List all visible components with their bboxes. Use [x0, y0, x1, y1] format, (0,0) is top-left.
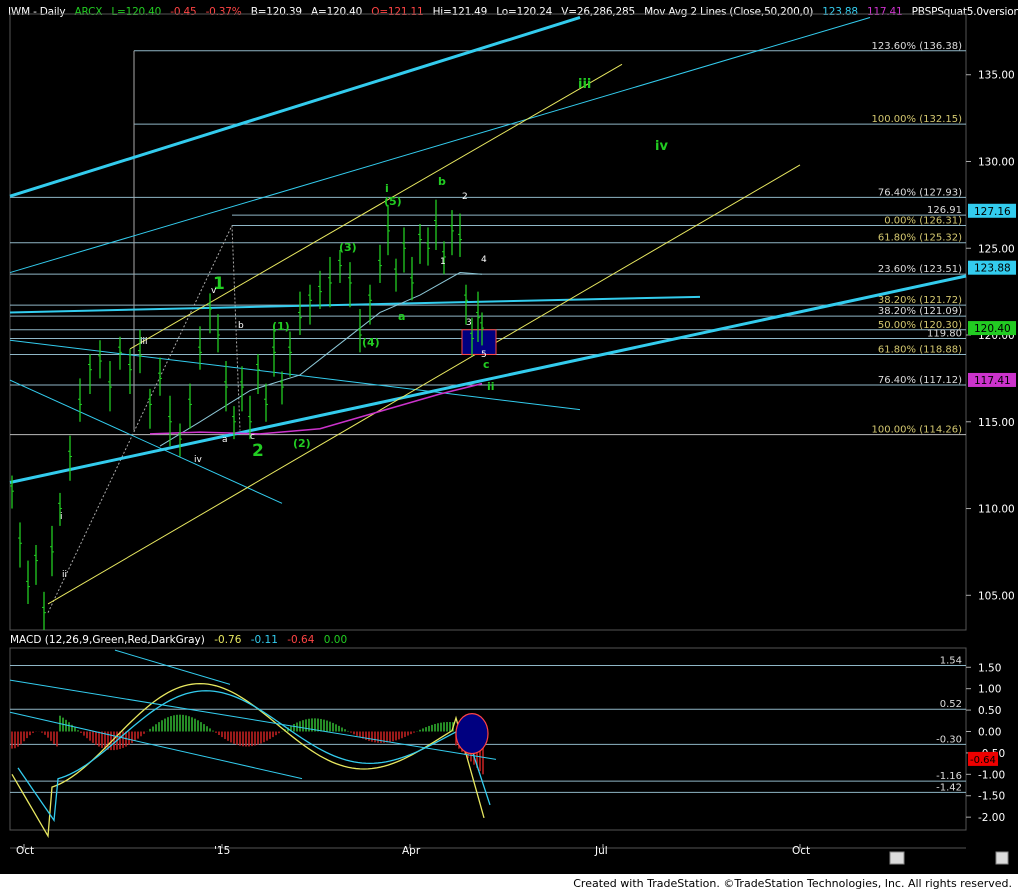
zero-value: 0.00 — [323, 634, 348, 646]
macd-circle — [455, 713, 489, 755]
wave-label: iii — [140, 337, 148, 347]
fib-level-label: 61.80% (118.88) — [878, 344, 962, 355]
wave-label: ii — [487, 380, 495, 393]
wave-label: 4 — [481, 255, 487, 265]
wave-label: 5 — [481, 350, 487, 360]
price-tag-label: 117.41 — [974, 375, 1011, 387]
price-tag-label: 123.88 — [974, 263, 1011, 275]
ma50-line — [159, 272, 483, 447]
wave-label: (4) — [362, 336, 380, 349]
fib-level-label: 76.40% (127.93) — [878, 187, 962, 198]
wave-label: b — [438, 175, 446, 188]
macd-tick-label: 1.00 — [978, 684, 1001, 696]
wave-label: 2 — [462, 192, 468, 202]
price-tick-label: 105.00 — [978, 590, 1015, 602]
upper-channel-thin — [9, 16, 871, 274]
price-tick-label: 125.00 — [978, 243, 1015, 255]
price-chart[interactable]: 123.60% (136.38) 100.00% (132.15) 76.40% (… — [0, 0, 1018, 890]
scroll-thumb — [889, 851, 905, 865]
macd-trendline — [114, 649, 231, 685]
upper-channel-line — [9, 16, 581, 198]
price-tick-label: 115.00 — [978, 417, 1015, 429]
wave-label: 1 — [440, 257, 446, 267]
fib-level-label: 119.80 — [927, 328, 962, 339]
hist-value: -0.64 — [287, 634, 315, 646]
macd-tick-label: 0.50 — [978, 705, 1001, 717]
macd-level-label: 0.52 — [940, 699, 962, 710]
macd-label: MACD (12,26,9,Green,Red,DarkGray) — [10, 634, 205, 646]
wave-label: (3) — [339, 241, 357, 254]
wave-label: a — [398, 310, 405, 323]
time-tick-label: '15 — [214, 845, 230, 857]
macd-tick-label: 0.00 — [978, 727, 1001, 739]
macd-trendline — [9, 711, 303, 780]
wave-label: iv — [655, 139, 668, 154]
macd-line — [11, 682, 485, 839]
macd-value: -0.76 — [214, 634, 242, 646]
fib-level-label: 126.91 — [927, 205, 962, 216]
price-tag-label: 120.40 — [974, 323, 1011, 335]
macd-level-label: -0.30 — [936, 734, 962, 745]
macd-level-label: -1.16 — [936, 771, 962, 782]
signal-value: -0.11 — [250, 634, 278, 646]
macd-level-label: 1.54 — [940, 656, 962, 667]
yellow-upper-line — [129, 63, 623, 350]
wave-label: v — [211, 286, 217, 296]
yellow-lower-line — [47, 164, 801, 605]
fib-level-label: 61.80% (125.32) — [878, 233, 962, 244]
wave-label: i — [60, 512, 63, 522]
fib-level-label: 38.20% (121.09) — [878, 306, 962, 317]
price-tag-label: 127.16 — [974, 206, 1011, 218]
time-tick-label: Oct — [16, 845, 34, 857]
time-tick-label: Apr — [402, 845, 421, 857]
wave-label: iii — [578, 77, 591, 92]
wave-label: (1) — [272, 320, 290, 333]
wave-label: i — [385, 182, 389, 195]
wave-label: (2) — [293, 437, 311, 450]
price-tick-label: 135.00 — [978, 70, 1015, 82]
wave-label: 3 — [466, 318, 472, 328]
macd-header: MACD (12,26,9,Green,Red,DarkGray) -0.76 … — [10, 634, 353, 646]
fib-level-label: 0.00% (126.31) — [884, 216, 962, 227]
wave-label: 2 — [252, 441, 264, 461]
macd-tick-label: -1.00 — [978, 769, 1005, 781]
macd-level-label: -1.42 — [936, 782, 962, 793]
fib-level-label: 23.60% (123.51) — [878, 264, 962, 275]
price-pane-border — [9, 13, 967, 631]
price-tick-label: 110.00 — [978, 504, 1015, 516]
wave-label: (5) — [384, 195, 402, 208]
macd-current-tag-label: -0.64 — [970, 755, 996, 766]
wave-label: ii — [62, 570, 67, 580]
scroll-right-button — [995, 851, 1009, 865]
footer-credit: Created with TradeStation. ©TradeStation… — [571, 877, 1014, 890]
wave-label: c — [250, 432, 255, 442]
wave-label: b — [238, 321, 244, 331]
macd-tick-label: -1.50 — [978, 791, 1005, 803]
fib-level-label: 38.20% (121.72) — [878, 295, 962, 306]
target-box — [461, 329, 497, 355]
fib-level-label: 100.00% (114.26) — [872, 425, 963, 436]
signal-line — [17, 690, 491, 823]
time-tick-label: Jul — [594, 845, 608, 857]
macd-tick-label: -2.00 — [978, 812, 1005, 824]
fib-level-label: 123.60% (136.38) — [872, 41, 963, 52]
descending-line-2 — [9, 379, 283, 504]
time-tick-label: Oct — [792, 845, 810, 857]
macd-trendline — [9, 679, 497, 760]
price-tick-label: 130.00 — [978, 156, 1015, 168]
fib-level-label: 100.00% (132.15) — [872, 114, 963, 125]
wave-label: a — [222, 435, 228, 445]
fib-level-label: 76.40% (117.12) — [878, 375, 962, 386]
macd-tick-label: 1.50 — [978, 662, 1001, 674]
wave-label: iv — [194, 455, 203, 465]
chart-window: IWM - Daily ARCX L=120.40 -0.45 -0.37% B… — [0, 0, 1018, 890]
middle-channel-line — [9, 295, 701, 314]
